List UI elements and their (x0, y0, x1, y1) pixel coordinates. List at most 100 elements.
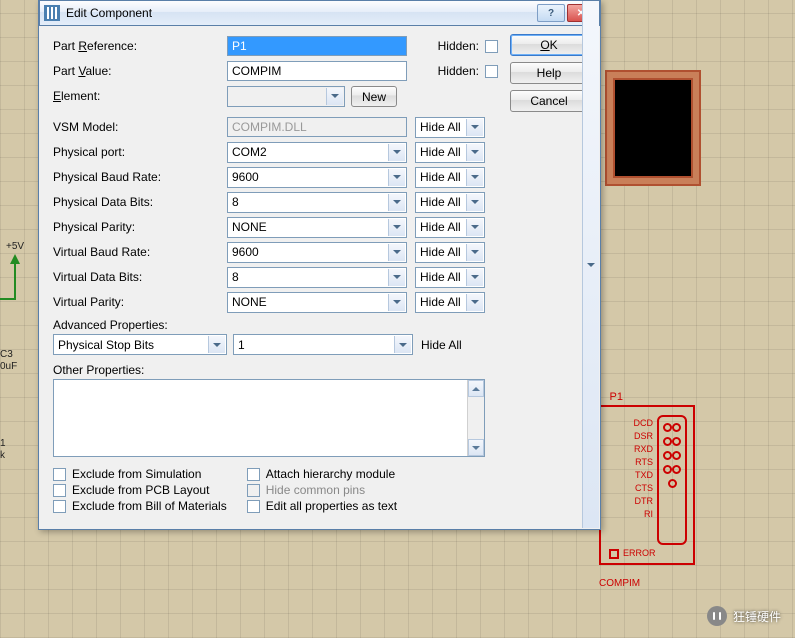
compim-component[interactable]: P1 DCD DSR RXD RTS TXD CTS DTR RI ERROR … (599, 405, 695, 575)
hidden-ref-checkbox[interactable] (485, 40, 498, 53)
ok-button[interactable]: OK (510, 34, 588, 56)
dialog-left-column: Part Reference: P1 Hidden: Part Value: C… (53, 34, 498, 513)
attach-hier-checkbox[interactable] (247, 468, 260, 481)
chevron-down-icon (466, 244, 483, 261)
label-exclude-bom: Exclude from Bill of Materials (72, 499, 227, 513)
label-physical-parity: Physical Parity: (53, 220, 227, 234)
compim-body: DCD DSR RXD RTS TXD CTS DTR RI ERROR (599, 405, 695, 565)
edit-component-dialog: Edit Component ? ✕ Part Reference: P1 Hi… (38, 0, 601, 530)
cap-val: 0uF (0, 361, 17, 372)
hide-combo[interactable]: Hide All (415, 292, 485, 313)
pin-label: DSR (634, 431, 653, 441)
watermark: 狂锤硬件 (707, 606, 781, 626)
virtual-data-bits-combo[interactable]: 8 (227, 267, 407, 288)
chevron-down-icon (466, 144, 483, 161)
label-element: Element: (53, 89, 227, 103)
label-exclude-pcb: Exclude from PCB Layout (72, 483, 209, 497)
vsm-model-input[interactable]: COMPIM.DLL (227, 117, 407, 137)
chevron-down-icon (326, 88, 343, 105)
chevron-down-icon (466, 169, 483, 186)
other-properties-textarea[interactable] (53, 379, 485, 457)
wire (14, 264, 16, 300)
app-icon (44, 5, 60, 21)
hidden-val-checkbox[interactable] (485, 65, 498, 78)
hide-combo[interactable]: Hide All (415, 192, 485, 213)
chevron-down-icon (466, 269, 483, 286)
pin-label: DCD (634, 418, 654, 428)
hide-common-checkbox (247, 484, 260, 497)
chevron-down-icon (208, 336, 225, 353)
virtual-parity-combo[interactable]: NONE (227, 292, 407, 313)
chevron-down-icon (466, 194, 483, 211)
label-virtual-baud: Virtual Baud Rate: (53, 245, 227, 259)
scroll-up-icon[interactable] (468, 380, 484, 397)
wire (0, 298, 16, 300)
hide-combo[interactable]: Hide All (415, 142, 485, 163)
label-vsm-model: VSM Model: (53, 120, 227, 134)
compim-name: COMPIM (599, 578, 640, 589)
lcd-component (605, 70, 701, 186)
physical-data-bits-combo[interactable]: 8 (227, 192, 407, 213)
power-arrow-icon (10, 254, 20, 264)
dialog-title: Edit Component (66, 6, 537, 20)
label-physical-port: Physical port: (53, 145, 227, 159)
label-advanced: Advanced Properties: (53, 318, 498, 332)
label-other-properties: Other Properties: (53, 363, 498, 377)
pin-label: RI (644, 509, 653, 519)
chevron-down-icon (388, 294, 405, 311)
label-exclude-sim: Exclude from Simulation (72, 467, 201, 481)
part-reference-input[interactable]: P1 (227, 36, 407, 56)
hide-combo[interactable]: Hide All (421, 338, 462, 352)
scrollbar[interactable] (467, 380, 484, 456)
virtual-baud-combo[interactable]: 9600 (227, 242, 407, 263)
cap-ref: C3 (0, 349, 13, 360)
pin-label: RXD (634, 444, 653, 454)
chevron-down-icon (466, 119, 483, 136)
wechat-icon (707, 606, 727, 626)
chevron-down-icon (388, 269, 405, 286)
adv-prop-value-combo[interactable]: 1 (233, 334, 413, 355)
cancel-button[interactable]: Cancel (510, 90, 588, 112)
titlebar-help-button[interactable]: ? (537, 4, 565, 22)
scroll-down-icon[interactable] (468, 439, 484, 456)
exclude-bom-checkbox[interactable] (53, 500, 66, 513)
physical-parity-combo[interactable]: NONE (227, 217, 407, 238)
compim-ref: P1 (610, 391, 623, 403)
hide-combo[interactable]: Hide All (415, 242, 485, 263)
chevron-down-icon (388, 194, 405, 211)
adv-prop-name-combo[interactable]: Physical Stop Bits (53, 334, 227, 355)
comp-ref: 1 (0, 438, 6, 449)
pin-label: RTS (635, 457, 653, 467)
physical-port-combo[interactable]: COM2 (227, 142, 407, 163)
hide-combo[interactable]: Hide All (415, 217, 485, 238)
label-edit-all: Edit all properties as text (266, 499, 397, 513)
hide-combo[interactable]: Hide All (415, 167, 485, 188)
pin-label: CTS (635, 483, 653, 493)
label-part-value: Part Value: (53, 64, 227, 78)
titlebar[interactable]: Edit Component ? ✕ (39, 0, 600, 26)
help-button[interactable]: Help (510, 62, 588, 84)
edit-all-checkbox[interactable] (247, 500, 260, 513)
label-physical-baud: Physical Baud Rate: (53, 170, 227, 184)
label-virtual-data-bits: Virtual Data Bits: (53, 270, 227, 284)
chevron-down-icon (466, 219, 483, 236)
chevron-down-icon (388, 219, 405, 236)
new-button[interactable]: New (351, 86, 397, 107)
hide-vsm-combo[interactable]: Hide All (415, 117, 485, 138)
label-hide-common: Hide common pins (266, 483, 365, 497)
part-value-input[interactable]: COMPIM (227, 61, 407, 81)
net-label-5v: +5V (6, 241, 24, 252)
chevron-down-icon (582, 1, 599, 528)
hide-combo[interactable]: Hide All (415, 267, 485, 288)
label-hidden: Hidden: (438, 64, 479, 78)
db9-connector-icon (657, 415, 687, 545)
chevron-down-icon (388, 169, 405, 186)
physical-baud-combo[interactable]: 9600 (227, 167, 407, 188)
chevron-down-icon (388, 244, 405, 261)
pin-label: DTR (635, 496, 654, 506)
label-physical-data-bits: Physical Data Bits: (53, 195, 227, 209)
label-hidden: Hidden: (438, 39, 479, 53)
element-combo[interactable] (227, 86, 345, 107)
exclude-sim-checkbox[interactable] (53, 468, 66, 481)
exclude-pcb-checkbox[interactable] (53, 484, 66, 497)
